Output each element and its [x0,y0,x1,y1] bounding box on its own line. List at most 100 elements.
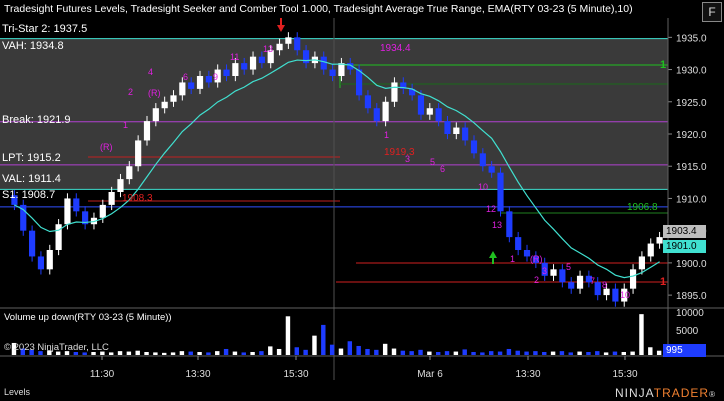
candle-body [232,63,239,76]
red-one-label: 1 [660,276,667,288]
candle-body [550,269,557,276]
buy-arrow-icon [489,251,497,258]
volume-bar [586,351,591,355]
volume-bar [524,351,529,355]
count-label: 10 [620,290,630,300]
count-label: 3 [542,266,547,276]
volume-bar [480,352,485,355]
volume-bar [126,351,132,355]
volume-bar [153,352,158,355]
f-button[interactable]: F [702,2,722,22]
candle-body [568,282,575,289]
volume-bar [250,351,255,355]
count-label: 1 [384,130,389,140]
volume-bar [135,350,140,355]
time-tick-label: 15:30 [283,369,308,380]
price-tick-label: 1915.0 [676,162,707,173]
candle-body [143,121,151,141]
volume-bar [329,344,335,355]
time-tick-label: 11:30 [90,369,115,380]
count-label: 11 [230,52,239,62]
volume-bar [577,351,582,355]
volume-bar [321,324,326,355]
candle-body [382,101,389,122]
sell-arrow-stem [280,18,282,26]
volume-bar [612,351,618,355]
candle-body [258,56,265,64]
candle-body [294,37,301,51]
ninjatrader-chart-window: 2 4 6 9 11 13 1 1 3 5 6 10 12 13 1 2 3 5… [0,0,724,401]
candle-body [285,37,292,44]
logo-suffix: TRADER [653,386,710,400]
val-label: VAL: 1911.4 [2,173,61,185]
volume-bar [338,348,344,355]
volume-bar [108,352,114,355]
price-tick-label: 1895.0 [676,291,707,302]
count-label: 12 [486,204,496,214]
status-tab-levels[interactable]: Levels [4,387,30,397]
volume-bar [542,351,547,355]
volume-bar [294,347,299,355]
volume-bar [356,345,361,355]
volume-bar [285,316,291,355]
count-label: 8 [602,280,607,290]
volume-bar [506,348,512,355]
count-label: 7 [590,276,595,286]
count-label: 6 [440,164,445,174]
candle-body [320,56,327,70]
candle-body [391,82,398,102]
candle-body [647,243,654,257]
volume-bar [595,351,600,355]
candle-body [152,108,159,122]
level-1906-label: 1906.8 [627,202,658,213]
count-label: 5 [566,262,571,272]
candle-body [559,269,566,283]
volume-bar [656,350,662,355]
count-label: 1 [510,254,515,264]
time-axis[interactable]: 11:30 13:30 15:30 Mar 6 13:30 15:30 [90,356,638,380]
candle-body [37,256,45,270]
time-tick-label: 13:30 [515,369,540,380]
volume-bar [179,351,185,355]
count-label: 5 [430,157,435,167]
volume-bar [568,352,573,355]
candle-body [64,198,71,225]
count-label: (R) [530,254,543,264]
lpt-label: LPT: 1915.2 [2,152,61,164]
candle-body [629,269,637,289]
candle-body [338,63,345,76]
candle-body [462,127,469,141]
tristar-label: Tri-Star 2: 1937.5 [2,23,88,35]
volume-tick-label: 10000 [676,308,704,319]
candle-body [576,275,584,289]
candle-body [426,108,433,115]
volume-bar [312,335,317,355]
time-tick-label: 13:30 [185,369,210,380]
last-volume-box: 995 [663,344,706,357]
volume-bar [241,352,246,355]
price-tick-label: 1930.0 [676,66,707,77]
candle-body [73,198,80,212]
count-label: (R) [148,88,161,98]
volume-bar [603,352,609,355]
volume-bar [170,352,176,355]
volume-bar [365,348,370,355]
ninjatrader-logo: NINJATRADER® [615,386,716,400]
count-label: 1 [123,120,128,130]
candle-body [329,69,336,76]
chart-canvas[interactable]: 2 4 6 9 11 13 1 1 3 5 6 10 12 13 1 2 3 5… [0,0,724,401]
candle-body [46,250,53,270]
copyright: © 2023 NinjaTrader, LLC [4,342,109,353]
volume-bar [515,350,520,355]
volume-bar [400,350,406,355]
volume-bar [276,348,282,355]
last-price-gray: 1903.4 [663,225,706,238]
volume-bar [391,348,397,355]
candle-body [126,166,133,180]
candle-body [117,179,124,192]
candle-body [435,108,442,122]
candle-body [470,140,478,154]
volume-bar [268,346,273,355]
last-price-ema: 1901.0 [663,240,706,253]
candle-body [241,63,248,70]
